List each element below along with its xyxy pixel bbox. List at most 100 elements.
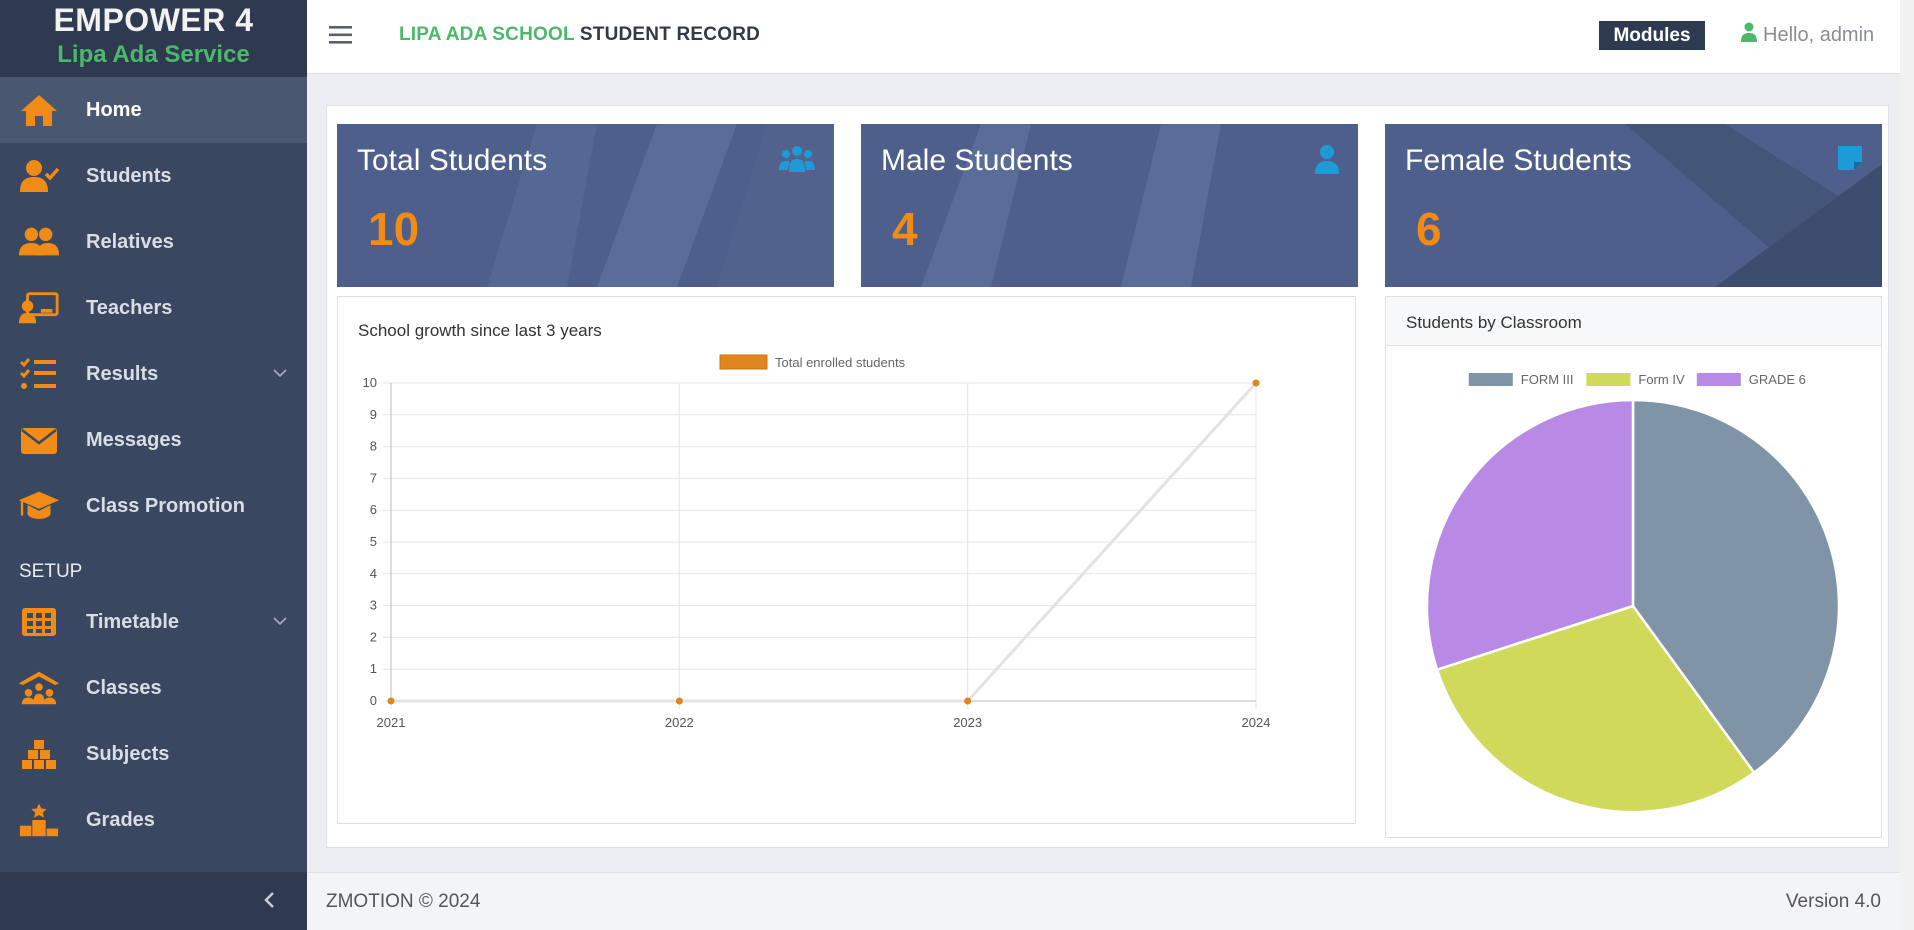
app-name: STUDENT RECORD [579, 24, 761, 45]
y-tick-label: 1 [370, 661, 377, 676]
menu-toggle-icon[interactable] [329, 25, 353, 50]
sidebar-item-messages[interactable]: Messages [0, 407, 307, 473]
pie-card-header: Students by Classroom [1386, 297, 1881, 346]
y-tick-label: 7 [370, 470, 377, 485]
home-icon [18, 90, 60, 130]
sidebar-item-label: Grades [86, 808, 155, 831]
data-point [1252, 379, 1260, 387]
modules-button[interactable]: Modules [1599, 21, 1705, 50]
stat-title: Total Students [357, 144, 548, 177]
legend-swatch [1586, 373, 1631, 386]
sidebar-item-label: Classes [86, 676, 162, 699]
sidebar-item-label: Teachers [86, 296, 173, 319]
stat-title: Male Students [881, 144, 1073, 177]
collapse-sidebar-button[interactable] [263, 891, 275, 914]
sidebar: EMPOWER 4 Lipa Ada Service Home Students… [0, 0, 307, 930]
list-check-icon [18, 354, 60, 394]
sidebar-section-setup: SETUP [19, 561, 83, 582]
y-tick-label: 9 [370, 407, 377, 422]
podium-icon [18, 800, 60, 840]
brand-title: EMPOWER 4 [53, 2, 254, 38]
y-tick-label: 0 [370, 693, 377, 708]
classroom-pie-chart: FORM III Form IV GRADE 6 [1425, 372, 1841, 814]
footer-copyright: ZMOTION © 2024 [326, 891, 481, 912]
stat-card-female-students: Female Students 6 [1385, 124, 1882, 287]
sidebar-nav: Home Students Relatives Teachers Results [0, 77, 307, 539]
sticky-note-icon [1836, 144, 1864, 177]
school-icon [18, 668, 60, 708]
user-menu[interactable]: Hello, admin [1741, 22, 1874, 48]
pie-card-title: Students by Classroom [1406, 313, 1582, 332]
calendar-grid-icon [18, 602, 60, 642]
users-icon [18, 222, 60, 262]
sidebar-item-label: Subjects [86, 742, 170, 765]
y-tick-label: 2 [370, 629, 377, 644]
envelope-icon [18, 420, 60, 460]
data-point [387, 697, 395, 705]
top-bar: LIPA ADA SCHOOL STUDENT RECORD Modules H… [307, 0, 1914, 74]
legend-label: Total enrolled students [775, 355, 906, 370]
footer-version: Version 4.0 [1785, 891, 1881, 912]
x-tick-label: 2023 [953, 715, 982, 730]
brand-subtitle: Lipa Ada Service [57, 41, 250, 68]
stat-title: Female Students [1405, 144, 1632, 177]
x-tick-label: 2022 [665, 715, 694, 730]
sidebar-item-subjects[interactable]: Subjects [0, 721, 307, 787]
y-tick-label: 6 [370, 502, 377, 517]
stat-value: 6 [1416, 203, 1442, 255]
sidebar-item-label: Timetable [86, 610, 179, 633]
sidebar-item-classes[interactable]: Classes [0, 655, 307, 721]
school-name: LIPA ADA SCHOOL [399, 24, 575, 45]
y-tick-label: 3 [370, 598, 377, 613]
sidebar-item-home[interactable]: Home [0, 77, 307, 143]
legend-swatch [1696, 373, 1741, 386]
cubes-icon [18, 734, 60, 774]
chalkboard-teacher-icon [18, 288, 60, 328]
graduation-cap-icon [18, 486, 60, 526]
sidebar-item-class-promotion[interactable]: Class Promotion [0, 473, 307, 539]
stat-card-total-students: Total Students 10 [337, 124, 834, 287]
y-tick-label: 4 [370, 566, 377, 581]
legend-label: GRADE 6 [1749, 372, 1806, 387]
brand: EMPOWER 4 Lipa Ada Service [0, 0, 307, 77]
stat-card-male-students: Male Students 4 [861, 124, 1358, 287]
page-title: LIPA ADA SCHOOL STUDENT RECORD [399, 24, 760, 46]
growth-chart-card: School growth since last 3 years Total e… [337, 296, 1356, 824]
footer: ZMOTION © 2024 Version 4.0 [307, 872, 1900, 930]
data-point [964, 697, 972, 705]
legend-label: FORM III [1521, 372, 1574, 387]
chevron-down-icon [273, 613, 287, 631]
stat-value: 10 [368, 203, 420, 255]
chevron-down-icon [273, 365, 287, 383]
sidebar-item-teachers[interactable]: Teachers [0, 275, 307, 341]
user-icon [1314, 144, 1340, 179]
sidebar-item-grades[interactable]: Grades [0, 787, 307, 853]
page-scrollbar[interactable] [1900, 0, 1914, 930]
sidebar-item-label: Messages [86, 428, 182, 451]
user-icon [1741, 22, 1757, 48]
sidebar-item-label: Relatives [86, 230, 174, 253]
sidebar-item-results[interactable]: Results [0, 341, 307, 407]
sidebar-item-label: Students [86, 164, 172, 187]
sidebar-item-label: Results [86, 362, 159, 385]
user-check-icon [18, 156, 60, 196]
users-icon [778, 144, 816, 179]
sidebar-item-label: Class Promotion [86, 494, 245, 517]
growth-line-chart: Total enrolled students 0 1 2 3 4 5 6 7 8 9 10 2021 2… [363, 354, 1271, 730]
x-tick-label: 2021 [377, 715, 406, 730]
sidebar-setup-nav: Timetable Classes Subjects Grades [0, 589, 307, 853]
sidebar-item-relatives[interactable]: Relatives [0, 209, 307, 275]
sidebar-item-timetable[interactable]: Timetable [0, 589, 307, 655]
y-tick-label: 10 [363, 375, 377, 390]
sidebar-collapse-bar [0, 872, 307, 930]
y-tick-label: 8 [370, 439, 377, 454]
stat-value: 4 [892, 203, 918, 255]
sidebar-item-students[interactable]: Students [0, 143, 307, 209]
x-tick-label: 2024 [1242, 715, 1271, 730]
legend-swatch [1468, 373, 1513, 386]
sidebar-item-label: Home [86, 98, 142, 121]
legend-label: Form IV [1638, 372, 1685, 387]
classroom-pie-card: Students by Classroom FORM III Form IV GRA… [1385, 296, 1882, 838]
legend-swatch [719, 354, 768, 370]
user-greeting: Hello, admin [1763, 23, 1875, 46]
